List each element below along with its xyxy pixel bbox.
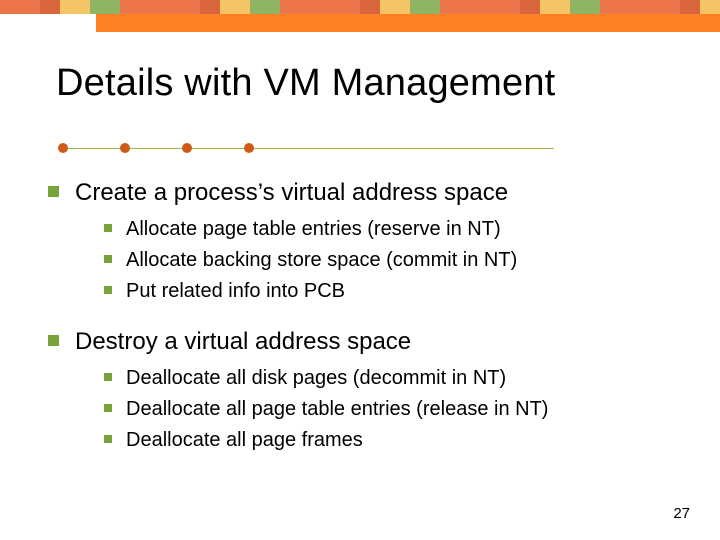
list-item-text: Destroy a virtual address space (75, 327, 411, 357)
sub-list: Deallocate all disk pages (decommit in N… (104, 365, 680, 454)
page-number: 27 (673, 505, 690, 522)
list-item: Deallocate all page table entries (relea… (104, 396, 680, 423)
list-item-text: Deallocate all disk pages (decommit in N… (126, 365, 506, 392)
list-item: Deallocate all page frames (104, 427, 680, 454)
square-bullet-icon (104, 255, 112, 263)
square-bullet-icon (48, 335, 59, 346)
square-bullet-icon (104, 404, 112, 412)
list-item-text: Deallocate all page frames (126, 427, 363, 454)
slide-body: Create a process’s virtual address space… (48, 178, 680, 476)
slide-title: Details with VM Management (56, 62, 680, 105)
sub-list: Allocate page table entries (reserve in … (104, 216, 680, 305)
square-bullet-icon (104, 224, 112, 232)
decorative-top-banner (0, 0, 720, 14)
square-bullet-icon (104, 435, 112, 443)
list-item-text: Deallocate all page table entries (relea… (126, 396, 548, 423)
list-item: Put related info into PCB (104, 278, 680, 305)
square-bullet-icon (104, 286, 112, 294)
list-item: Create a process’s virtual address space (48, 178, 680, 208)
list-item-text: Allocate backing store space (commit in … (126, 247, 517, 274)
title-divider (34, 140, 554, 160)
square-bullet-icon (104, 373, 112, 381)
list-item-text: Allocate page table entries (reserve in … (126, 216, 501, 243)
decorative-orange-bar (96, 14, 720, 32)
list-item-text: Put related info into PCB (126, 278, 345, 305)
list-item: Allocate page table entries (reserve in … (104, 216, 680, 243)
list-item-text: Create a process’s virtual address space (75, 178, 508, 208)
list-item: Destroy a virtual address space (48, 327, 680, 357)
square-bullet-icon (48, 186, 59, 197)
list-item: Deallocate all disk pages (decommit in N… (104, 365, 680, 392)
list-item: Allocate backing store space (commit in … (104, 247, 680, 274)
